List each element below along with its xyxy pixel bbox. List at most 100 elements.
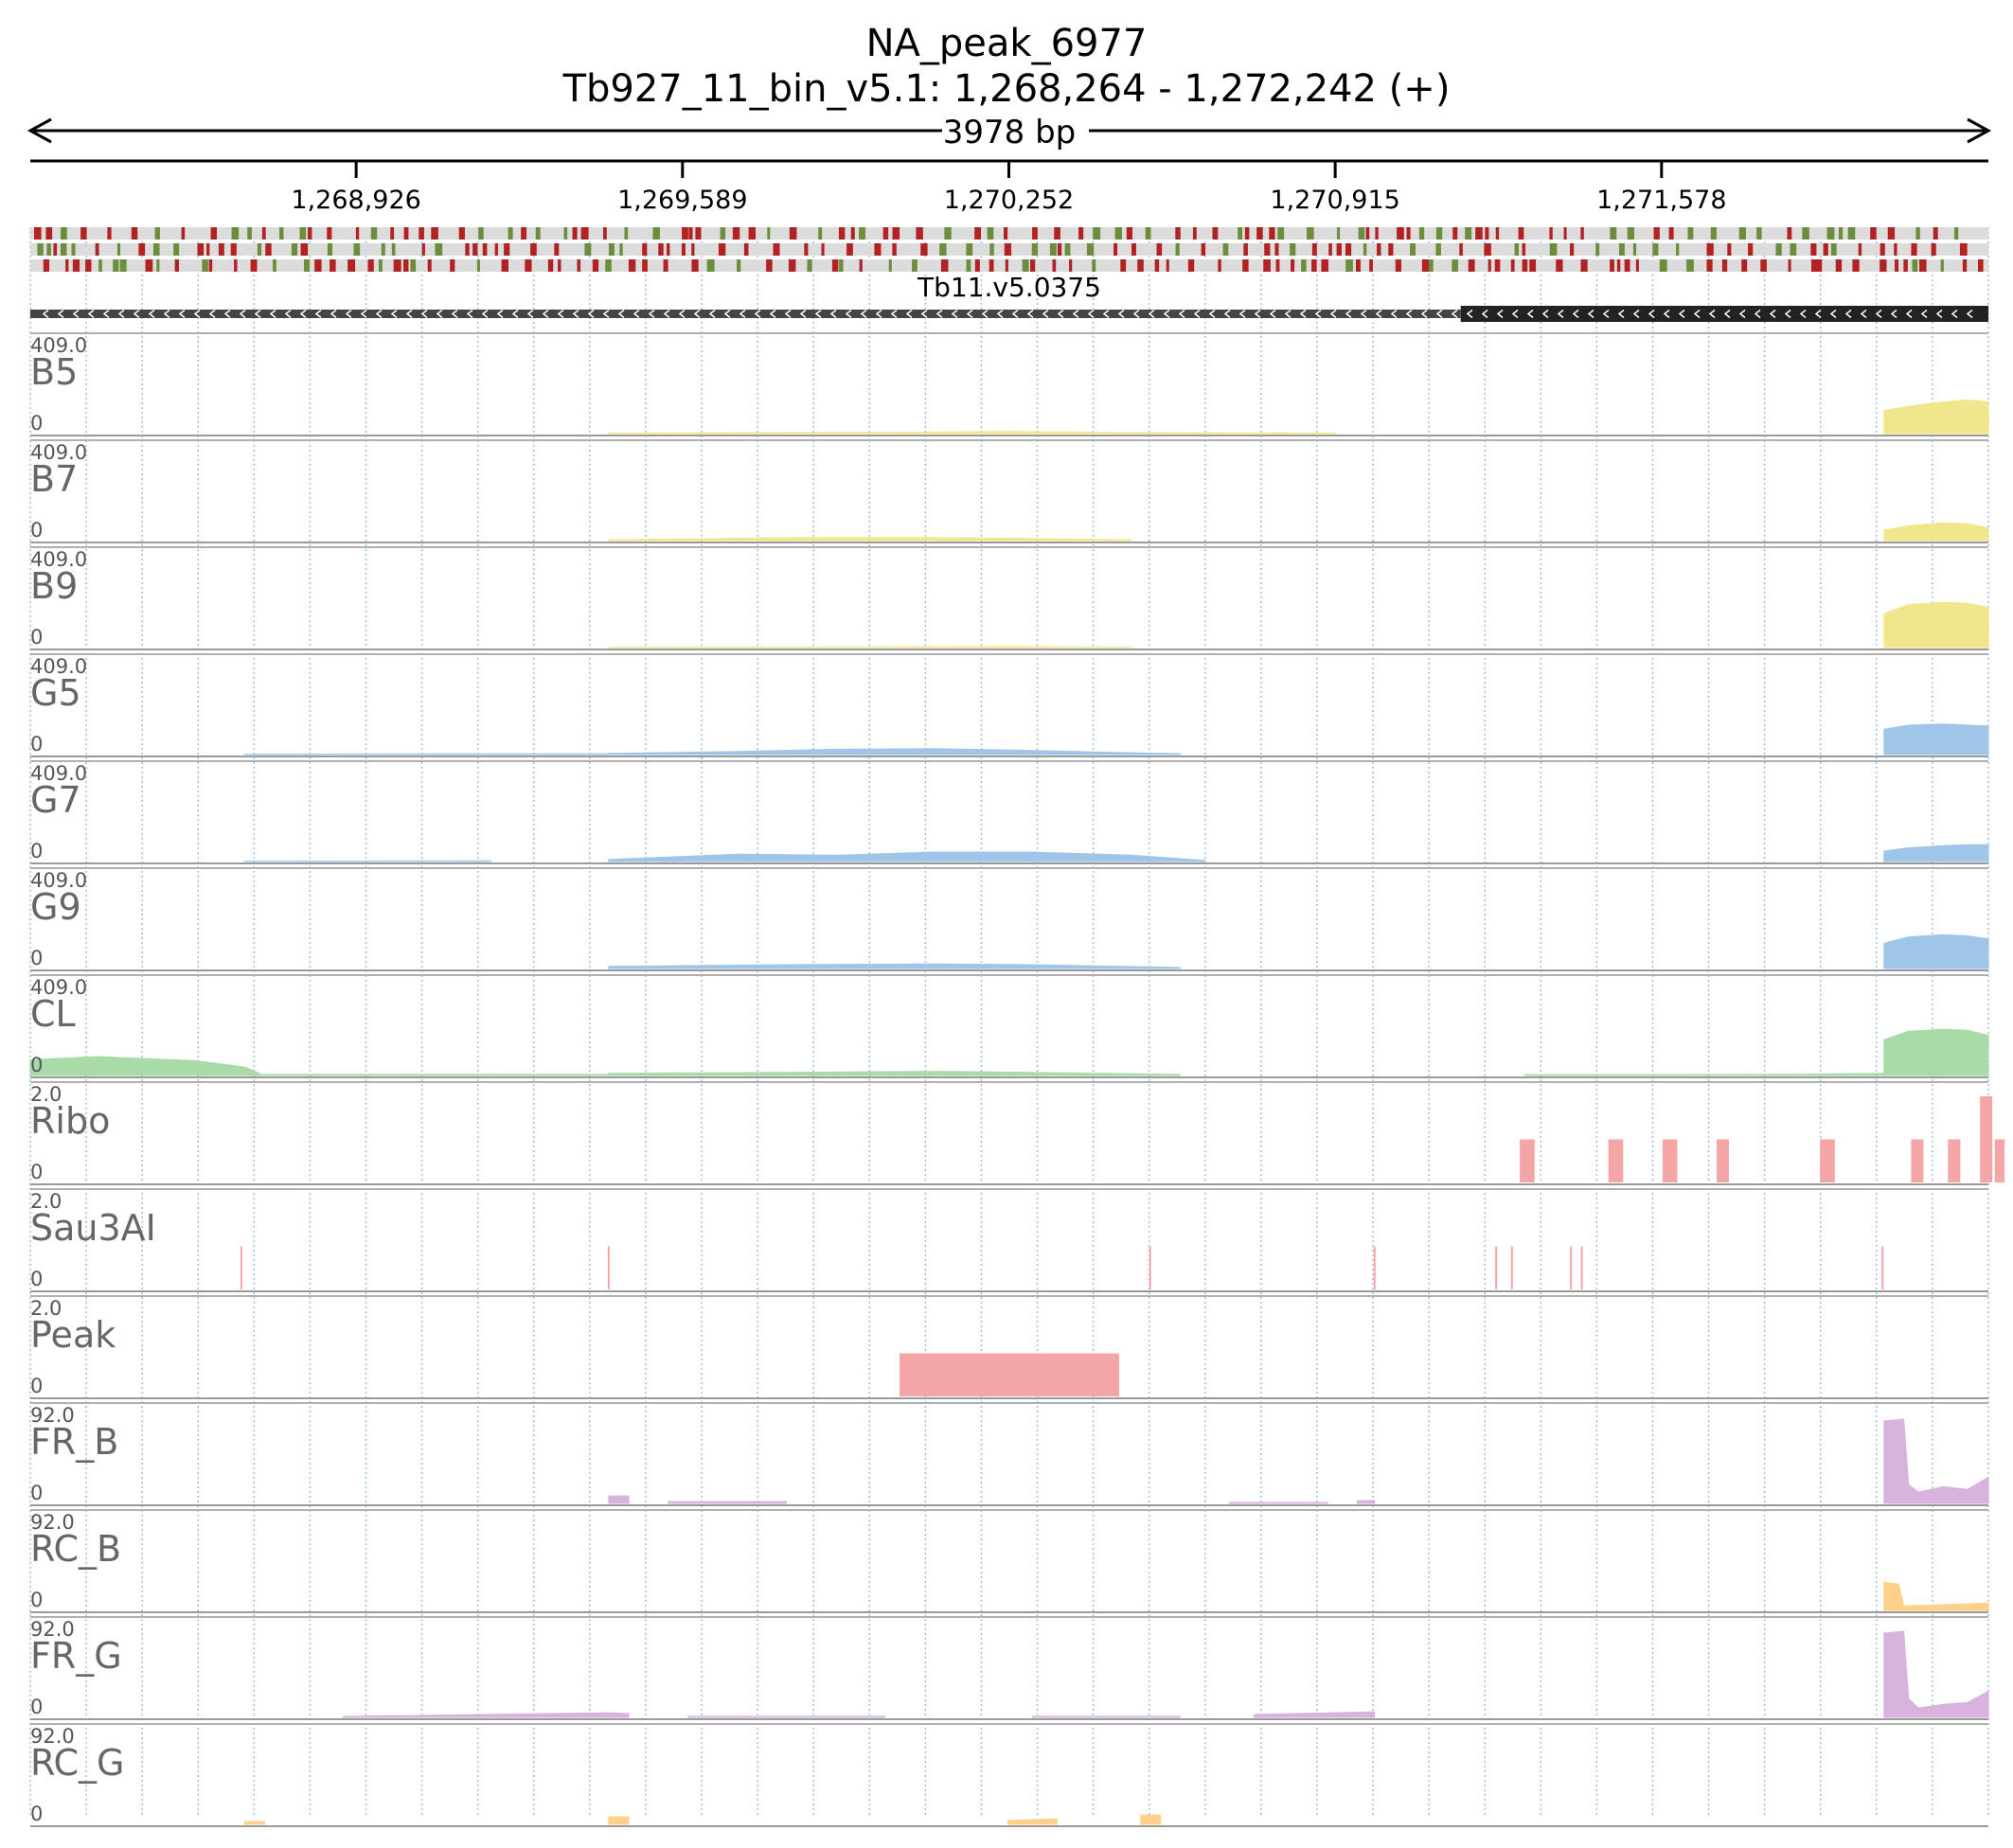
codon-mark — [1406, 227, 1411, 240]
track-ymin-label: 0 — [30, 1161, 43, 1183]
coverage-area-FR_B — [1883, 1418, 1989, 1504]
codon-mark — [119, 259, 127, 272]
codon-mark — [1465, 227, 1472, 240]
coverage-area-FR_G — [1253, 1711, 1376, 1718]
codon-mark — [554, 243, 560, 256]
codon-mark — [624, 227, 629, 240]
coverage-area-CL — [608, 1071, 1181, 1076]
codon-mark — [435, 243, 443, 256]
codon-mark — [1092, 259, 1096, 272]
codon-mark — [478, 227, 484, 240]
codon-mark — [652, 227, 660, 240]
codon-mark — [940, 259, 949, 272]
codon-mark — [327, 243, 333, 256]
track-name: B5 — [30, 351, 78, 393]
codon-mark — [666, 243, 670, 256]
codon-mark — [1760, 259, 1767, 272]
codon-mark — [850, 227, 855, 240]
codon-mark — [1113, 243, 1118, 256]
codon-mark — [85, 259, 92, 272]
codon-mark — [718, 243, 726, 256]
codon-mark — [421, 243, 425, 256]
codon-mark — [218, 243, 224, 256]
codon-mark — [403, 259, 409, 272]
codon-mark — [737, 259, 741, 272]
codon-mark — [773, 243, 780, 256]
codon-mark — [1291, 259, 1295, 272]
codon-mark — [1175, 227, 1181, 240]
codon-mark — [1610, 227, 1617, 240]
track-ymin-label: 0 — [30, 1803, 43, 1825]
codon-mark — [1049, 243, 1057, 256]
coverage-area-RC_G — [244, 1821, 265, 1825]
codon-mark — [1269, 227, 1275, 240]
codon-mark — [1962, 259, 1968, 272]
bar-Ribo — [1948, 1139, 1961, 1182]
coverage-area-CL — [1883, 1028, 1989, 1076]
track-name: B9 — [30, 565, 78, 607]
track-name: G9 — [30, 886, 81, 928]
codon-mark — [230, 243, 237, 256]
codon-mark — [1078, 227, 1084, 240]
coverage-area-G7 — [244, 860, 492, 862]
codon-mark — [393, 259, 401, 272]
codon-mark — [1321, 259, 1328, 272]
codon-mark — [1847, 227, 1856, 240]
codon-mark — [788, 259, 796, 272]
codon-mark — [1858, 243, 1862, 256]
reading-frame-3 — [30, 259, 1988, 272]
codon-mark — [1870, 227, 1877, 240]
codon-mark — [691, 259, 699, 272]
codon-mark — [1114, 227, 1122, 240]
codon-mark — [37, 243, 44, 256]
track-name: B7 — [30, 458, 78, 500]
codon-mark — [1915, 227, 1920, 240]
codon-mark — [1627, 227, 1634, 240]
bar-Ribo — [1994, 1139, 2005, 1182]
codon-mark — [1787, 227, 1792, 240]
track-name: FR_G — [30, 1635, 122, 1677]
site-Sau3AI — [1881, 1246, 1884, 1289]
coverage-area-CL — [29, 1056, 260, 1076]
bar-Ribo — [1911, 1139, 1924, 1182]
bar-Peak — [900, 1353, 1119, 1396]
codon-mark — [1563, 227, 1567, 240]
codon-mark — [1652, 243, 1659, 256]
codon-mark — [1156, 243, 1163, 256]
codon-mark — [1452, 259, 1458, 272]
codon-mark — [577, 259, 581, 272]
codon-mark — [355, 227, 360, 240]
codon-mark — [804, 243, 809, 256]
coverage-area-FR_G — [1031, 1715, 1181, 1718]
site-Sau3AI — [1373, 1246, 1376, 1289]
codon-mark — [1931, 243, 1936, 256]
codon-mark — [1959, 243, 1968, 256]
codon-mark — [71, 243, 76, 256]
codon-mark — [1788, 259, 1791, 272]
codon-mark — [1311, 243, 1317, 256]
codon-mark — [1243, 243, 1248, 256]
coverage-area-FR_B — [1357, 1500, 1376, 1504]
codon-mark — [314, 259, 322, 272]
codon-mark — [327, 227, 332, 240]
codon-mark — [291, 243, 298, 256]
codon-mark — [1494, 259, 1501, 272]
codon-mark — [1031, 243, 1039, 256]
codon-mark — [261, 227, 266, 240]
track-name: FR_B — [30, 1421, 118, 1463]
track-ymin-label: 0 — [30, 1268, 43, 1290]
codon-mark — [1911, 243, 1917, 256]
codon-mark — [145, 259, 153, 272]
codon-mark — [1418, 227, 1425, 240]
track-name: G7 — [30, 779, 81, 821]
codon-mark — [1741, 259, 1748, 272]
codon-mark — [1676, 243, 1680, 256]
codon-mark — [1632, 243, 1637, 256]
codon-mark — [1510, 259, 1515, 272]
codon-mark — [250, 259, 258, 272]
codon-mark — [1086, 243, 1095, 256]
codon-mark — [1003, 227, 1008, 240]
bar-Ribo — [1608, 1139, 1624, 1182]
codon-mark — [1377, 243, 1381, 256]
codon-mark — [308, 227, 312, 240]
